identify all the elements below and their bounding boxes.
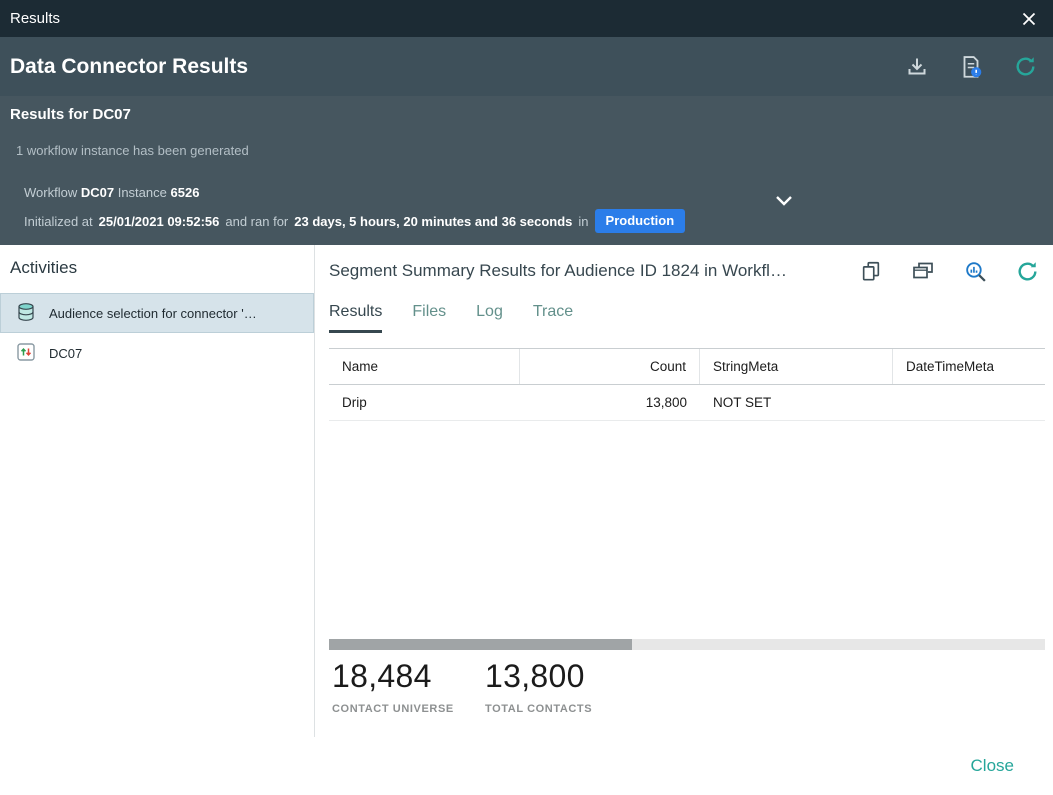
- search-chart-icon[interactable]: [961, 257, 989, 285]
- summary-stats: 18,484 CONTACT UNIVERSE 13,800 TOTAL CON…: [332, 658, 638, 715]
- initialized-label: Initialized at: [24, 214, 93, 229]
- activity-item-label: DC07: [49, 346, 82, 361]
- stat-label: CONTACT UNIVERSE: [332, 703, 485, 715]
- header-actions: [903, 53, 1039, 81]
- activity-item-dc07[interactable]: DC07: [0, 333, 314, 373]
- segment-summary-title: Segment Summary Results for Audience ID …: [329, 261, 787, 281]
- horizontal-scrollbar[interactable]: [329, 639, 1045, 650]
- scrollbar-thumb[interactable]: [329, 639, 632, 650]
- instance-label: Instance: [118, 185, 167, 200]
- environment-badge: Production: [595, 209, 686, 233]
- tab-trace[interactable]: Trace: [533, 303, 573, 333]
- transfer-icon: [16, 342, 36, 365]
- activity-item-audience-selection[interactable]: Audience selection for connector '…: [0, 293, 314, 333]
- tab-log[interactable]: Log: [476, 303, 503, 333]
- column-header-name[interactable]: Name: [329, 349, 520, 384]
- main-area: Activities Audience selection for connec…: [0, 245, 1053, 737]
- in-label: in: [578, 214, 588, 229]
- results-panel-header: Segment Summary Results for Audience ID …: [329, 257, 1041, 285]
- stat-value: 18,484: [332, 658, 485, 695]
- cell-stringmeta: NOT SET: [700, 385, 893, 420]
- stat-value: 13,800: [485, 658, 638, 695]
- table-row[interactable]: Drip 13,800 NOT SET: [329, 385, 1045, 421]
- instance-number: 6526: [171, 185, 200, 200]
- table-body: Drip 13,800 NOT SET: [329, 385, 1045, 421]
- dialog-titlebar: Results: [0, 0, 1053, 37]
- refresh-icon[interactable]: [1011, 53, 1039, 81]
- workflow-label: Workflow: [24, 185, 77, 200]
- cell-name: Drip: [329, 385, 520, 420]
- activities-panel: Activities Audience selection for connec…: [0, 245, 315, 737]
- results-panel-actions: [857, 257, 1041, 285]
- workflow-instance-line: Workflow DC07 Instance 6526: [24, 185, 199, 200]
- database-icon: [16, 302, 36, 325]
- stat-label: TOTAL CONTACTS: [485, 703, 638, 715]
- report-badge-icon[interactable]: [957, 53, 985, 81]
- activities-heading: Activities: [0, 245, 314, 293]
- activity-item-label: Audience selection for connector '…: [49, 306, 257, 321]
- close-icon[interactable]: [1017, 7, 1041, 31]
- initialized-timestamp: 25/01/2021 09:52:56: [99, 214, 220, 229]
- ran-for-label: and ran for: [225, 214, 288, 229]
- results-panel: Segment Summary Results for Audience ID …: [315, 245, 1053, 737]
- workflow-summary: Results for DC07 1 workflow instance has…: [0, 96, 1053, 245]
- duration-value: 23 days, 5 hours, 20 minutes and 36 seco…: [294, 214, 572, 229]
- results-for-heading: Results for DC07: [10, 106, 131, 123]
- tab-files[interactable]: Files: [412, 303, 446, 333]
- refresh-icon[interactable]: [1013, 257, 1041, 285]
- results-tabs: Results Files Log Trace: [329, 303, 573, 333]
- column-header-count[interactable]: Count: [520, 349, 700, 384]
- cell-datetimemeta: [893, 385, 1045, 420]
- download-icon[interactable]: [903, 53, 931, 81]
- initialized-line: Initialized at 25/01/2021 09:52:56 and r…: [24, 209, 685, 233]
- cell-count: 13,800: [520, 385, 700, 420]
- stat-contact-universe: 18,484 CONTACT UNIVERSE: [332, 658, 485, 715]
- tab-results[interactable]: Results: [329, 303, 382, 333]
- page-title: Data Connector Results: [10, 55, 248, 79]
- stat-total-contacts: 13,800 TOTAL CONTACTS: [485, 658, 638, 715]
- chevron-down-icon[interactable]: [774, 194, 794, 213]
- close-button[interactable]: Close: [971, 756, 1014, 776]
- results-dialog: Results Data Connector Results: [0, 0, 1053, 795]
- copy-icon[interactable]: [857, 257, 885, 285]
- dialog-title: Results: [10, 10, 60, 27]
- results-table: Name Count StringMeta DateTimeMeta Drip …: [329, 348, 1045, 421]
- column-header-stringmeta[interactable]: StringMeta: [700, 349, 893, 384]
- cascade-windows-icon[interactable]: [909, 257, 937, 285]
- dialog-header: Data Connector Results: [0, 37, 1053, 96]
- generated-count-text: 1 workflow instance has been generated: [16, 143, 249, 158]
- column-header-datetimemeta[interactable]: DateTimeMeta: [893, 349, 1045, 384]
- dialog-footer: Close: [0, 737, 1053, 795]
- workflow-name: DC07: [81, 185, 114, 200]
- table-header-row: Name Count StringMeta DateTimeMeta: [329, 349, 1045, 385]
